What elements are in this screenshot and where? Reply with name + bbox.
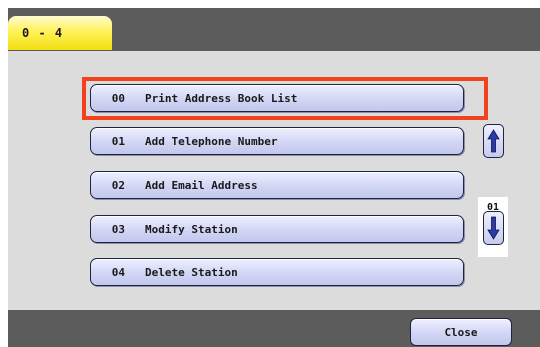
menu-item-print-address-book-list[interactable]: 00 Print Address Book List <box>90 84 464 112</box>
menu-item-label: Modify Station <box>145 222 238 236</box>
close-button[interactable]: Close <box>410 318 512 346</box>
scroll-down-button[interactable] <box>483 211 504 245</box>
arrow-up-icon <box>487 129 500 153</box>
scroll-up-button[interactable] <box>483 124 504 158</box>
screen: 0 - 4 00 Print Address Book List 01 Add … <box>8 8 540 347</box>
menu-item-label: Print Address Book List <box>145 91 298 105</box>
menu-item-number: 01 <box>111 134 125 148</box>
menu-panel: 00 Print Address Book List 01 Add Teleph… <box>8 51 540 310</box>
menu-item-label: Add Email Address <box>145 178 258 192</box>
menu-item-add-telephone-number[interactable]: 01 Add Telephone Number <box>90 127 464 155</box>
menu-item-number: 03 <box>111 222 125 236</box>
arrow-down-icon <box>487 216 500 240</box>
menu-item-number: 04 <box>111 265 125 279</box>
menu-item-label: Delete Station <box>145 265 238 279</box>
menu-item-label: Add Telephone Number <box>145 134 278 148</box>
menu-item-add-email-address[interactable]: 02 Add Email Address <box>90 171 464 199</box>
menu-item-number: 00 <box>111 91 125 105</box>
menu-item-number: 02 <box>111 178 125 192</box>
menu-tab[interactable]: 0 - 4 <box>8 16 112 50</box>
menu-item-modify-station[interactable]: 03 Modify Station <box>90 215 464 243</box>
menu-item-delete-station[interactable]: 04 Delete Station <box>90 258 464 286</box>
